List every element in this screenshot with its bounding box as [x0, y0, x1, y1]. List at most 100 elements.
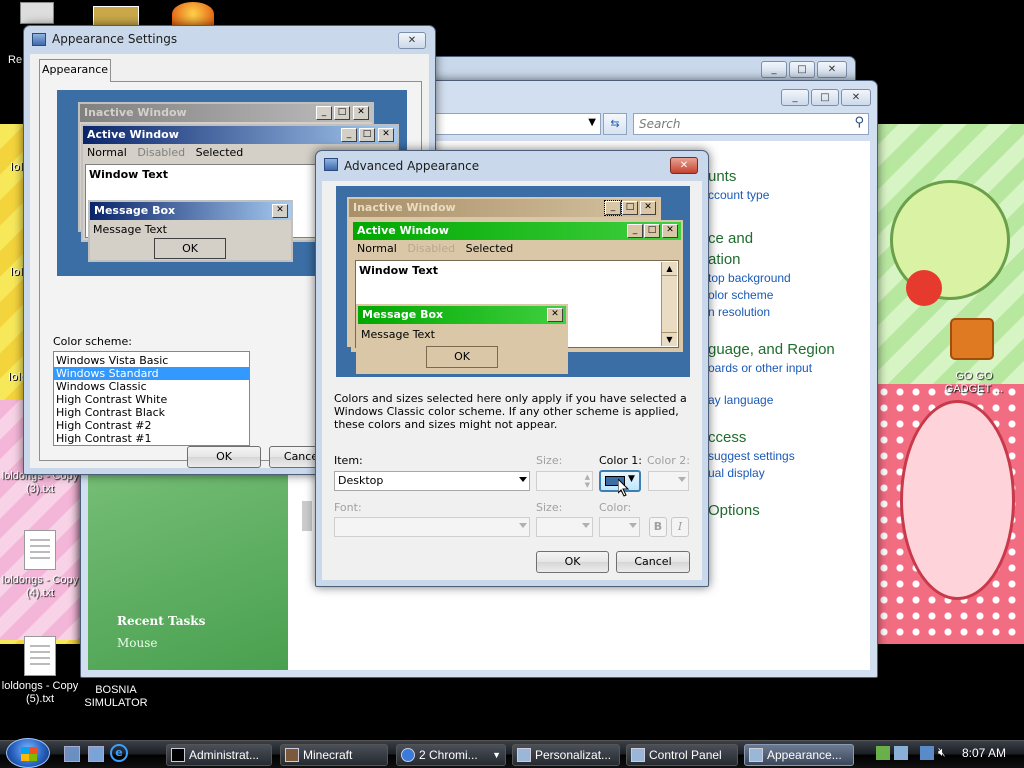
close-icon: ✕: [547, 308, 563, 322]
preview-menu-selected: Selected: [195, 146, 244, 159]
taskbar-button-control-panel[interactable]: Control Panel: [626, 744, 738, 766]
desktop-icon-file[interactable]: loldongs - Copy (4).txt: [0, 530, 80, 600]
category-heading[interactable]: unts: [708, 168, 736, 185]
tray-icon[interactable]: [894, 746, 908, 760]
category-heading[interactable]: Options: [708, 502, 760, 519]
category-link[interactable]: olor scheme: [708, 288, 773, 302]
display-icon[interactable]: [920, 746, 934, 760]
search-input[interactable]: Search ⚲: [633, 113, 869, 135]
preview-msgbox-text: Message Text: [93, 223, 167, 236]
network-icon[interactable]: [876, 746, 890, 760]
tab-appearance[interactable]: Appearance: [39, 59, 111, 82]
address-bar[interactable]: ▼: [421, 113, 601, 135]
maximize-icon: □: [359, 128, 375, 142]
cancel-button[interactable]: Cancel: [616, 551, 690, 573]
ok-button[interactable]: OK: [187, 446, 261, 468]
list-item[interactable]: High Contrast #1: [54, 432, 249, 445]
taskbar-button-appearance[interactable]: Appearance...: [744, 744, 854, 766]
maximize-icon: □: [334, 106, 350, 120]
volume-muted-icon[interactable]: 🔇︎: [938, 745, 954, 761]
font-color-picker[interactable]: [599, 517, 640, 537]
classic-preview[interactable]: Inactive Window _ □ ✕ Active Window _ □ …: [336, 186, 690, 377]
refresh-icon[interactable]: ⇆: [603, 113, 627, 135]
chevron-down-icon: [582, 523, 590, 528]
preview-menu-normal: Normal: [87, 146, 127, 159]
preview-menu-selected: Selected: [465, 242, 514, 255]
taskbar-button-chromium[interactable]: 2 Chromi... ▼: [396, 744, 506, 766]
text-file-icon: [24, 636, 56, 676]
category-heading[interactable]: ation: [708, 251, 741, 268]
desktop-icon-app[interactable]: BOSNIA SIMULATOR: [76, 684, 156, 710]
category-link[interactable]: ay language: [708, 393, 773, 407]
list-item[interactable]: Windows Vista Basic: [54, 354, 249, 367]
taskbar-button-label: 2 Chromi...: [419, 748, 478, 762]
item-dropdown[interactable]: Desktop: [334, 471, 530, 491]
bold-toggle[interactable]: B: [649, 517, 667, 537]
category-link[interactable]: oards or other input: [708, 361, 812, 375]
desktop-icon-gadget[interactable]: GO GO GADGET ...: [934, 370, 1014, 396]
window-title: Appearance Settings: [52, 32, 178, 46]
category-heading[interactable]: ccess: [708, 429, 746, 446]
taskbar-button-label: Control Panel: [649, 748, 722, 762]
close-icon: ✕: [353, 106, 369, 120]
minimize-icon: _: [341, 128, 357, 142]
category-link[interactable]: top background: [708, 271, 791, 285]
list-item[interactable]: Windows Classic: [54, 380, 249, 393]
color1-label: Color 1:: [599, 454, 642, 467]
category-heading[interactable]: ce and: [708, 230, 753, 247]
close-button[interactable]: ✕: [817, 61, 847, 78]
color2-picker[interactable]: [648, 471, 689, 491]
desktop-icon-label: Re: [8, 54, 23, 66]
category-link[interactable]: n resolution: [708, 305, 770, 319]
font-size-dropdown[interactable]: [536, 517, 593, 537]
taskbar-button-minecraft[interactable]: Minecraft: [280, 744, 388, 766]
category-heading[interactable]: guage, and Region: [708, 341, 835, 358]
close-icon: ✕: [662, 224, 678, 238]
advanced-appearance-window: Advanced Appearance ✕ Inactive Window _ …: [315, 150, 709, 587]
dialog-body: Inactive Window _ □ ✕ Active Window _ □ …: [322, 181, 702, 580]
item-label: Item:: [334, 454, 363, 467]
recent-task-link[interactable]: Mouse: [117, 636, 158, 650]
maximize-button[interactable]: □: [789, 61, 815, 78]
maximize-button[interactable]: □: [811, 89, 839, 106]
close-button[interactable]: ✕: [398, 32, 426, 49]
preview-ok-button: OK: [426, 346, 498, 368]
ok-button[interactable]: OK: [536, 551, 609, 573]
desktop-icon-file[interactable]: loldongs - Copy (5).txt: [0, 636, 80, 706]
close-button[interactable]: ✕: [670, 157, 698, 174]
switch-windows-icon[interactable]: [88, 746, 104, 762]
list-item[interactable]: High Contrast White: [54, 393, 249, 406]
minimize-button[interactable]: _: [761, 61, 787, 78]
search-icon[interactable]: ⚲: [854, 115, 864, 130]
category-link[interactable]: ccount type: [708, 188, 769, 202]
firefox-icon[interactable]: [172, 2, 214, 26]
start-button[interactable]: [6, 738, 50, 768]
chevron-down-icon[interactable]: ▼: [588, 117, 596, 128]
taskbar-button-cmd[interactable]: Administrat...: [166, 744, 272, 766]
category-icon: [302, 501, 312, 531]
appearance-icon: [749, 748, 763, 762]
show-desktop-icon[interactable]: [64, 746, 80, 762]
category-link[interactable]: suggest settings: [708, 449, 795, 463]
recycle-bin-icon[interactable]: [20, 2, 54, 24]
application-icon[interactable]: [93, 6, 139, 26]
minimize-button[interactable]: _: [781, 89, 809, 106]
clock[interactable]: 8:07 AM: [962, 746, 1006, 760]
close-button[interactable]: ✕: [841, 89, 871, 106]
title-bar[interactable]: Advanced Appearance ✕: [316, 151, 708, 179]
taskbar-button-personalization[interactable]: Personalizat...: [512, 744, 620, 766]
maximize-icon: □: [622, 201, 638, 215]
title-bar[interactable]: Appearance Settings ✕: [24, 26, 435, 54]
font-color-label: Color:: [599, 501, 632, 514]
list-item-selected[interactable]: Windows Standard: [54, 367, 249, 380]
category-link[interactable]: ual display: [708, 466, 765, 480]
briefcase-icon[interactable]: [950, 318, 994, 360]
font-dropdown[interactable]: [334, 517, 530, 537]
window-icon: [32, 33, 46, 46]
list-item[interactable]: High Contrast Black: [54, 406, 249, 419]
list-item[interactable]: High Contrast #2: [54, 419, 249, 432]
internet-explorer-icon[interactable]: e: [110, 744, 128, 762]
italic-toggle[interactable]: I: [671, 517, 689, 537]
color-scheme-list[interactable]: Windows Vista Basic Windows Standard Win…: [53, 351, 250, 446]
size-spinner[interactable]: ▲ ▼: [536, 471, 593, 491]
